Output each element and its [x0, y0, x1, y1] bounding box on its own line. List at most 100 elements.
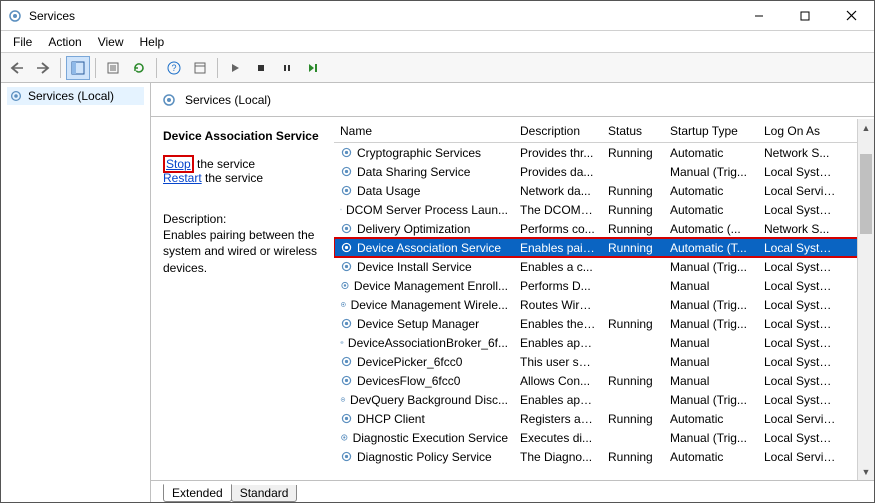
- service-row[interactable]: Cryptographic ServicesProvides thr...Run…: [334, 143, 874, 162]
- service-logon-cell: Local Syste...: [758, 241, 842, 255]
- pause-service-button[interactable]: [275, 56, 299, 80]
- scroll-track[interactable]: [858, 136, 874, 463]
- export-list-button[interactable]: [101, 56, 125, 80]
- col-status[interactable]: Status: [602, 124, 664, 138]
- service-startup-cell: Manual (Trig...: [664, 393, 758, 407]
- service-name-cell: Diagnostic Execution Service: [334, 431, 514, 445]
- service-row[interactable]: DCOM Server Process Laun...The DCOML...R…: [334, 200, 874, 219]
- vertical-scrollbar[interactable]: ▲ ▼: [857, 119, 874, 480]
- gear-icon: [340, 184, 353, 197]
- column-headers: Name Description Status Startup Type Log…: [334, 119, 874, 143]
- service-row[interactable]: DevicesFlow_6fcc0Allows Con...RunningMan…: [334, 371, 874, 390]
- service-row[interactable]: Delivery OptimizationPerforms co...Runni…: [334, 219, 874, 238]
- service-name-cell: DevicesFlow_6fcc0: [334, 374, 514, 388]
- service-startup-cell: Automatic: [664, 412, 758, 426]
- service-status-cell: Running: [602, 241, 664, 255]
- tab-standard[interactable]: Standard: [231, 485, 298, 502]
- restart-service-line: Restart the service: [163, 171, 326, 185]
- restart-suffix: the service: [202, 171, 263, 185]
- scroll-up-button[interactable]: ▲: [858, 119, 874, 136]
- forward-button[interactable]: [31, 56, 55, 80]
- service-name-cell: Device Association Service: [334, 241, 514, 255]
- menu-file[interactable]: File: [5, 33, 40, 51]
- gear-icon: [340, 336, 344, 349]
- service-row[interactable]: DevicePicker_6fcc0This user ser...Manual…: [334, 352, 874, 371]
- stop-service-button[interactable]: [249, 56, 273, 80]
- scroll-down-button[interactable]: ▼: [858, 463, 874, 480]
- service-name-cell: Cryptographic Services: [334, 146, 514, 160]
- back-button[interactable]: [5, 56, 29, 80]
- service-row[interactable]: Device Setup ManagerEnables the ...Runni…: [334, 314, 874, 333]
- maximize-button[interactable]: [782, 1, 828, 30]
- col-description[interactable]: Description: [514, 124, 602, 138]
- service-desc-cell: Registers an...: [514, 412, 602, 426]
- properties-button[interactable]: [188, 56, 212, 80]
- service-desc-cell: Provides da...: [514, 165, 602, 179]
- service-startup-cell: Automatic: [664, 203, 758, 217]
- service-name-cell: Device Management Wirele...: [334, 298, 514, 312]
- tree-services-local[interactable]: Services (Local): [7, 87, 144, 105]
- service-row[interactable]: Device Install ServiceEnables a c...Manu…: [334, 257, 874, 276]
- restart-service-button[interactable]: [301, 56, 325, 80]
- service-desc-cell: Allows Con...: [514, 374, 602, 388]
- service-startup-cell: Automatic (...: [664, 222, 758, 236]
- help-button[interactable]: ?: [162, 56, 186, 80]
- gear-icon: [340, 222, 353, 235]
- stop-service-line: Stop the service: [163, 157, 326, 171]
- toolbar-separator: [95, 58, 96, 78]
- minimize-button[interactable]: [736, 1, 782, 30]
- col-name[interactable]: Name: [334, 124, 514, 138]
- service-startup-cell: Manual (Trig...: [664, 317, 758, 331]
- col-logon[interactable]: Log On As: [758, 124, 842, 138]
- service-desc-cell: Enables app...: [514, 336, 602, 350]
- menu-view[interactable]: View: [90, 33, 132, 51]
- service-startup-cell: Automatic: [664, 450, 758, 464]
- gear-icon: [340, 355, 353, 368]
- service-row[interactable]: Diagnostic Execution ServiceExecutes di.…: [334, 428, 874, 447]
- service-name-cell: Device Install Service: [334, 260, 514, 274]
- toolbar: ?: [1, 53, 874, 83]
- restart-link[interactable]: Restart: [163, 171, 202, 185]
- gear-icon: [340, 241, 353, 254]
- service-name-cell: Data Sharing Service: [334, 165, 514, 179]
- service-desc-cell: Enables app...: [514, 393, 602, 407]
- service-name-cell: DevicePicker_6fcc0: [334, 355, 514, 369]
- gear-icon: [340, 317, 353, 330]
- service-row[interactable]: Data Sharing ServiceProvides da...Manual…: [334, 162, 874, 181]
- tab-extended[interactable]: Extended: [163, 484, 232, 502]
- service-status-cell: Running: [602, 450, 664, 464]
- service-row[interactable]: DeviceAssociationBroker_6f...Enables app…: [334, 333, 874, 352]
- menu-action[interactable]: Action: [40, 33, 89, 51]
- service-logon-cell: Local Service: [758, 412, 842, 426]
- view-tabs: Extended Standard: [151, 480, 874, 502]
- start-service-button[interactable]: [223, 56, 247, 80]
- service-row[interactable]: Device Association ServiceEnables pair..…: [334, 238, 874, 257]
- service-desc-cell: Routes Wire...: [514, 298, 602, 312]
- service-name-cell: Diagnostic Policy Service: [334, 450, 514, 464]
- close-button[interactable]: [828, 1, 874, 30]
- menubar: File Action View Help: [1, 31, 874, 53]
- service-status-cell: Running: [602, 317, 664, 331]
- service-name-cell: DHCP Client: [334, 412, 514, 426]
- service-logon-cell: Local Syste...: [758, 374, 842, 388]
- show-hide-tree-button[interactable]: [66, 56, 90, 80]
- service-row[interactable]: DevQuery Background Disc...Enables app..…: [334, 390, 874, 409]
- gear-icon: [340, 298, 347, 311]
- service-row[interactable]: DHCP ClientRegisters an...RunningAutomat…: [334, 409, 874, 428]
- menu-help[interactable]: Help: [132, 33, 173, 51]
- service-row[interactable]: Diagnostic Policy ServiceThe Diagno...Ru…: [334, 447, 874, 466]
- service-startup-cell: Automatic (T...: [664, 241, 758, 255]
- service-desc-cell: The Diagno...: [514, 450, 602, 464]
- gear-icon: [340, 146, 353, 159]
- service-startup-cell: Manual (Trig...: [664, 260, 758, 274]
- refresh-button[interactable]: [127, 56, 151, 80]
- service-row[interactable]: Data UsageNetwork da...RunningAutomaticL…: [334, 181, 874, 200]
- result-header-label: Services (Local): [185, 93, 271, 107]
- scroll-thumb[interactable]: [860, 154, 872, 234]
- col-startup[interactable]: Startup Type: [664, 124, 758, 138]
- service-row[interactable]: Device Management Wirele...Routes Wire..…: [334, 295, 874, 314]
- service-status-cell: Running: [602, 412, 664, 426]
- service-row[interactable]: Device Management Enroll...Performs D...…: [334, 276, 874, 295]
- service-logon-cell: Local Syste...: [758, 298, 842, 312]
- services-window: Services File Action View Help ?: [0, 0, 875, 503]
